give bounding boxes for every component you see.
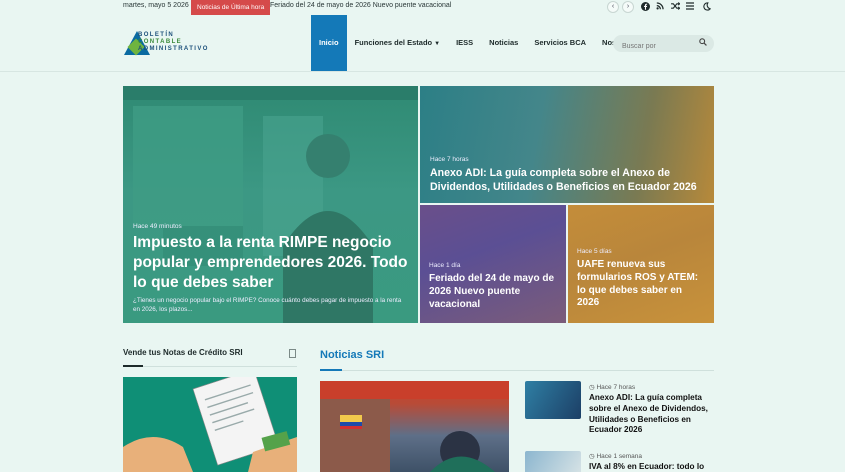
chevron-left-icon[interactable]: ‹ (607, 1, 619, 13)
news-item-time: ◷ Hace 1 semana (589, 452, 642, 460)
nav-label: Noticias (489, 38, 519, 47)
sidebar-widget-title: Vende tus Notas de Crédito SRI (123, 348, 243, 357)
nav-item-iess[interactable]: IESS (448, 15, 481, 71)
divider (123, 365, 297, 367)
facebook-icon[interactable] (641, 2, 650, 13)
nav-label: Servicios BCA (534, 38, 587, 47)
news-item-thumbnail[interactable] (525, 381, 581, 419)
article-time: Hace 5 días (577, 248, 612, 255)
main-nav: Inicio Funciones del Estado ▼ IESS Notici… (311, 15, 651, 71)
current-date: martes, mayo 5 2026 (123, 2, 189, 9)
news-item-thumbnail[interactable] (525, 451, 581, 472)
article-title: UAFE renueva sus formularios ROS y ATEM:… (577, 259, 699, 309)
news-item-title[interactable]: IVA al 8% en Ecuador: todo lo (589, 462, 717, 472)
logo-line-1: BOLETÍN (138, 32, 175, 38)
nav-item-inicio[interactable]: Inicio (311, 15, 347, 71)
chevron-right-icon[interactable]: › (622, 1, 634, 13)
search-icon[interactable] (699, 38, 707, 48)
hero-article-uafe[interactable]: Hace 5 días UAFE renueva sus formularios… (568, 205, 714, 323)
news-item-time: ◷ Hace 7 horas (589, 383, 635, 391)
sidebar-banner-image[interactable] (123, 368, 297, 472)
nav-item-servicios-bca[interactable]: Servicios BCA (526, 15, 594, 71)
nav-item-noticias[interactable]: Noticias (481, 15, 526, 71)
rss-icon[interactable] (656, 2, 664, 12)
nav-item-funciones[interactable]: Funciones del Estado ▼ (347, 15, 448, 71)
site-header: BOLETÍN CONTABLE ADMINISTRATIVO Inicio F… (0, 15, 845, 72)
article-time: Hace 7 horas (430, 156, 469, 163)
breaking-news-label: Noticias de Última hora (191, 0, 271, 15)
article-excerpt: ¿Tienes un negocio popular bajo el RIMPE… (133, 297, 402, 313)
hero-article-feriado[interactable]: Hace 1 día Feriado del 24 de mayo de 202… (420, 205, 566, 323)
document-icon (289, 349, 296, 358)
nav-label: Funciones del Estado (354, 38, 433, 47)
search-box (613, 35, 714, 55)
section-title: Noticias SRI (320, 349, 385, 361)
menu-icon[interactable] (686, 2, 694, 12)
news-item-title[interactable]: Anexo ADI: La guía completa sobre el Ane… (589, 393, 717, 436)
nav-label: IESS (456, 38, 474, 47)
news-featured-graphic (320, 381, 509, 472)
article-title: Anexo ADI: La guía completa sobre el Ane… (430, 167, 697, 193)
chevron-down-icon: ▼ (434, 41, 441, 47)
news-item-time-text: Hace 1 semana (596, 453, 643, 460)
news-featured-image[interactable] (320, 381, 509, 472)
sidebar-banner-graphic (123, 368, 297, 472)
divider (320, 369, 714, 371)
logo-line-2: CONTABLE (138, 39, 183, 45)
search-input[interactable] (613, 38, 693, 55)
site-logo[interactable]: BOLETÍN CONTABLE ADMINISTRATIVO (124, 31, 224, 57)
article-title: Feriado del 24 de mayo de 2026 Nuevo pue… (429, 273, 555, 310)
breaking-news-ticker[interactable]: Feriado del 24 de mayo de 2026 Nuevo pue… (270, 2, 451, 9)
hero-article-anexo-adi[interactable]: Hace 7 horas Anexo ADI: La guía completa… (420, 86, 714, 203)
shuffle-icon[interactable] (671, 2, 681, 12)
news-item-time-text: Hace 7 horas (596, 384, 636, 391)
logo-line-3: ADMINISTRATIVO (138, 46, 209, 52)
moon-icon[interactable] (702, 2, 712, 13)
nav-label: Inicio (319, 38, 339, 47)
article-title: Impuesto a la renta RIMPE negocio popula… (133, 234, 408, 291)
hero-main-article[interactable]: Hace 49 minutos Impuesto a la renta RIMP… (123, 86, 418, 323)
article-time: Hace 1 día (429, 262, 461, 269)
top-bar: martes, mayo 5 2026 Noticias de Última h… (0, 0, 845, 15)
article-time: Hace 49 minutos (133, 223, 182, 230)
